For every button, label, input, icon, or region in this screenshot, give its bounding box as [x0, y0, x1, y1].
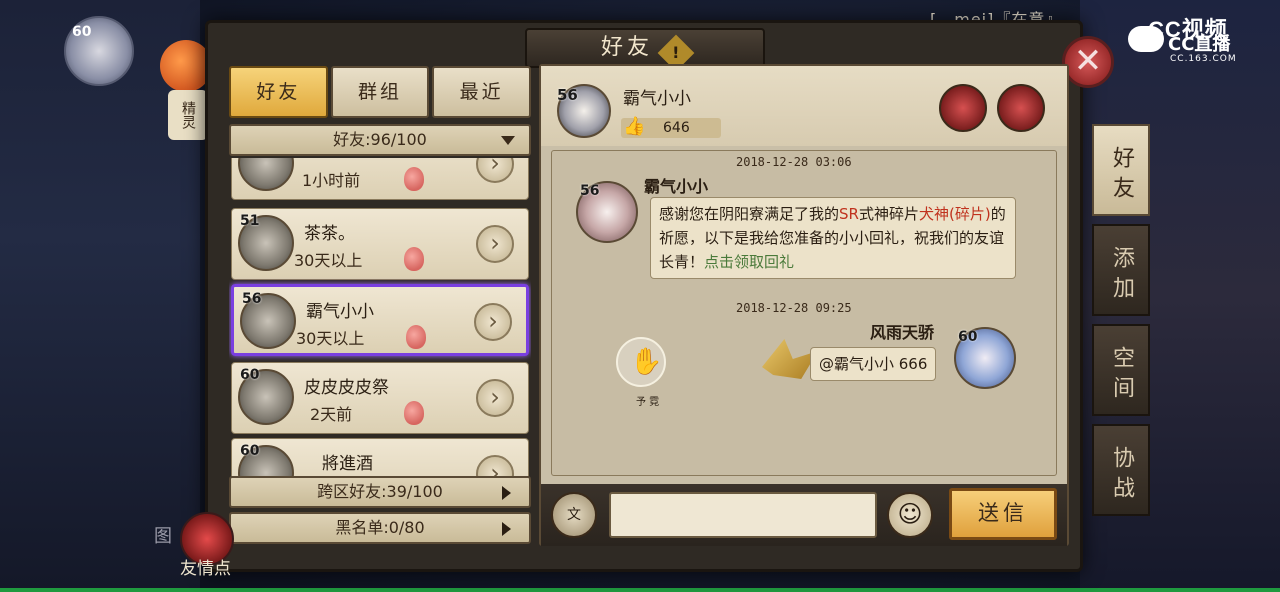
- friend-list[interactable]: 1小时前 › 51 茶茶。 30天以上 › 56 霸气小小 30天以上 › 60…: [229, 158, 531, 476]
- message-timestamp: 2018-12-28 09:25: [736, 301, 852, 315]
- message-sender: 霸气小小: [644, 177, 709, 196]
- background-left: [0, 0, 200, 592]
- friend-count-text: 好友:96/100: [333, 130, 427, 149]
- chevron-right-icon[interactable]: ›: [476, 225, 514, 263]
- chat-header: 56 霸气小小 646 👍: [541, 66, 1067, 146]
- list-item-selected[interactable]: 56 霸气小小 30天以上 ›: [231, 284, 529, 356]
- cc-logo-line2: CC直播: [1168, 34, 1231, 55]
- friend-name: 霸气小小: [306, 302, 374, 322]
- list-item[interactable]: 60 皮皮皮皮祭 2天前 ›: [231, 362, 529, 434]
- message-timestamp: 2018-12-28 03:06: [736, 155, 852, 169]
- friend-last-online: 1小时前: [302, 171, 361, 190]
- message-avatar[interactable]: 56: [576, 181, 638, 243]
- side-tab-add[interactable]: 添加: [1092, 224, 1150, 316]
- close-button[interactable]: ✕: [1062, 36, 1114, 88]
- cross-server-text: 跨区好友:39/100: [317, 482, 443, 501]
- message-bubble: 感谢您在阴阳寮满足了我的SR式神碎片犬神(碎片)的祈愿，以下是我给您准备的小小回…: [650, 197, 1016, 279]
- blacklist-button[interactable]: 黑名单:0/80: [229, 512, 531, 544]
- message-avatar[interactable]: 60: [954, 327, 1016, 389]
- highlight-item: 犬神(碎片): [918, 205, 991, 223]
- side-tab-friends[interactable]: 好友: [1092, 124, 1150, 216]
- chat-area: 56 霸气小小 646 👍 2018-12-28 03:06 霸气小小 56 感…: [539, 64, 1069, 546]
- message-text: 式神碎片: [858, 205, 919, 223]
- message-sender: 风雨天骄: [870, 323, 935, 342]
- friend-level: 51: [240, 213, 260, 229]
- highlight-rarity: SR: [839, 205, 859, 223]
- panel-title: 好友!: [525, 28, 765, 72]
- chevron-down-icon: [501, 136, 515, 145]
- claim-gift-link[interactable]: 点击领取回礼: [704, 253, 794, 271]
- blacklist-text: 黑名单:0/80: [335, 518, 425, 537]
- friend-level: 60: [240, 443, 260, 459]
- chevron-right-icon[interactable]: ›: [474, 303, 512, 341]
- list-item[interactable]: 51 茶茶。 30天以上 ›: [231, 208, 529, 280]
- tujian-label[interactable]: 图: [154, 522, 172, 548]
- friend-level: 56: [242, 291, 262, 307]
- message-level: 56: [580, 183, 600, 199]
- side-tab-coop[interactable]: 协战: [1092, 424, 1150, 516]
- triangle-right-icon: [502, 522, 511, 536]
- spirit-tag[interactable]: 精灵: [168, 90, 208, 140]
- charm-icon: [404, 247, 424, 271]
- voice-to-text-button[interactable]: 文: [551, 492, 597, 538]
- send-button[interactable]: 送信: [949, 488, 1057, 540]
- message-text: 感谢您在阴阳寮满足了我的: [659, 205, 840, 223]
- chevron-right-icon[interactable]: ›: [476, 455, 514, 476]
- chat-input[interactable]: [609, 492, 877, 538]
- friend-tabs: 好友 群组 最近: [229, 66, 532, 122]
- charm-icon: [404, 167, 424, 191]
- message-text: @霸气小小 666: [819, 355, 928, 373]
- cross-server-friends-button[interactable]: 跨区好友:39/100: [229, 476, 531, 508]
- chat-partner-level: 56: [557, 86, 578, 104]
- message-bubble: @霸气小小 666: [810, 347, 937, 381]
- chevron-right-icon[interactable]: ›: [476, 158, 514, 183]
- friend-name: 將進酒: [322, 454, 373, 474]
- gift-box-icon[interactable]: [997, 84, 1045, 132]
- hand-icon: ✋: [630, 347, 663, 377]
- friend-avatar: [238, 158, 294, 191]
- friend-last-online: 30天以上: [296, 329, 365, 348]
- thumbs-up-icon[interactable]: 👍: [623, 116, 645, 137]
- triangle-right-icon: [502, 486, 511, 500]
- list-item[interactable]: 60 將進酒 ›: [231, 438, 529, 476]
- friend-last-online: 2天前: [310, 405, 353, 424]
- charm-icon: [404, 401, 424, 425]
- friend-last-online: 30天以上: [294, 251, 363, 270]
- chat-input-row: 文 ☺ 送信: [541, 484, 1067, 546]
- cc-logo-line3: CC.163.COM: [1170, 54, 1237, 64]
- message-level: 60: [958, 329, 978, 345]
- player-level: 60: [72, 24, 92, 40]
- friend-name: 皮皮皮皮祭: [304, 378, 389, 398]
- touch-indicator: ✋: [616, 337, 666, 387]
- emoji-button[interactable]: ☺: [887, 492, 933, 538]
- bottom-strip: [0, 588, 1280, 592]
- list-item[interactable]: 1小时前 ›: [231, 158, 529, 200]
- chat-log[interactable]: 2018-12-28 03:06 霸气小小 56 感谢您在阴阳寮满足了我的SR式…: [551, 150, 1057, 476]
- charm-icon: [406, 325, 426, 349]
- touch-label: 予 霓: [636, 397, 660, 408]
- player-avatar[interactable]: 60: [64, 16, 134, 86]
- tab-friends[interactable]: 好友: [229, 66, 328, 118]
- friend-name: 茶茶。: [304, 224, 355, 244]
- friend-count-dropdown[interactable]: 好友:96/100: [229, 124, 531, 156]
- friend-level: 60: [240, 367, 260, 383]
- friends-column: 好友 群组 最近 好友:96/100 1小时前 › 51 茶茶。 30天以上 ›…: [229, 66, 532, 546]
- friendship-points-label: 友情点: [180, 559, 231, 579]
- side-tab-space[interactable]: 空间: [1092, 324, 1150, 416]
- tab-recent[interactable]: 最近: [432, 66, 532, 118]
- chevron-right-icon[interactable]: ›: [476, 379, 514, 417]
- chat-partner-name: 霸气小小: [623, 89, 691, 109]
- tab-groups[interactable]: 群组: [330, 66, 430, 118]
- cc-watermark: CC视频 CC直播 CC.163.COM: [1128, 12, 1268, 64]
- gift-bag-icon[interactable]: [939, 84, 987, 132]
- panel-title-text: 好友: [600, 35, 653, 60]
